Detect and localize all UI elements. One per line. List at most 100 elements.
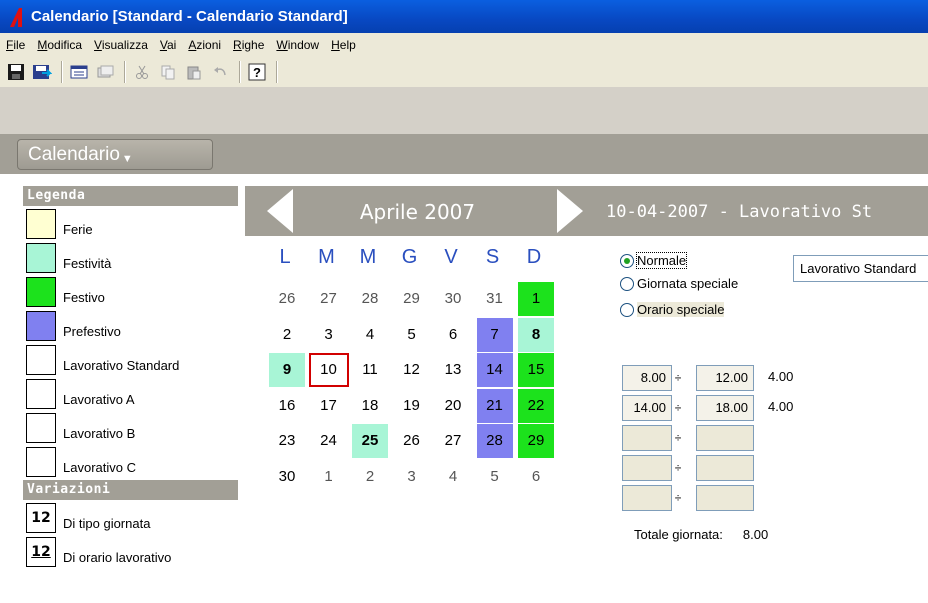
variation-item: 12 Di orario lavorativo [23, 534, 238, 568]
calendar-day[interactable]: 31 [477, 282, 513, 316]
weekday-header: G [401, 246, 418, 268]
radio-unchecked-icon[interactable] [620, 302, 634, 317]
calendar-day[interactable]: 13 [435, 353, 471, 387]
radio-unchecked-icon[interactable] [620, 276, 634, 291]
calendar-day[interactable]: 9 [269, 353, 305, 387]
menu-azioni[interactable]: Azioni [182, 35, 227, 55]
calendar-day[interactable]: 29 [518, 424, 554, 458]
calendar-day[interactable]: 28 [352, 282, 388, 316]
calendar-day[interactable]: 5 [477, 460, 513, 494]
toolbar: ? [0, 57, 928, 88]
next-month-arrow-icon[interactable] [557, 189, 583, 233]
paste-icon[interactable] [182, 60, 206, 84]
calendar-day[interactable]: 25 [352, 424, 388, 458]
time-to-field[interactable] [696, 425, 754, 451]
calendar-day[interactable]: 5 [394, 318, 430, 352]
calendar-day[interactable]: 3 [394, 460, 430, 494]
variation-number: 12 [31, 544, 51, 560]
copy-icon[interactable] [156, 60, 180, 84]
total-row: Totale giornata: 8.00 [634, 527, 768, 542]
calendar-day[interactable]: 2 [269, 318, 305, 352]
menu-window[interactable]: Window [270, 35, 325, 55]
calendar-day[interactable]: 21 [476, 388, 513, 423]
time-to-field[interactable]: 18.00 [696, 395, 754, 421]
menu-righe[interactable]: Righe [227, 35, 270, 55]
radio-giornata-speciale[interactable]: Giornata speciale [620, 276, 738, 291]
calendar-day[interactable]: 16 [269, 389, 305, 423]
calendar-day[interactable]: 12 [394, 353, 430, 387]
calendar-day[interactable]: 26 [269, 282, 305, 316]
calendar-day[interactable]: 26 [394, 424, 430, 458]
calendar-day[interactable]: 30 [269, 460, 305, 494]
calendar-day[interactable]: 23 [269, 424, 305, 458]
day-type-select[interactable]: Lavorativo Standard [793, 255, 928, 282]
menu-help[interactable]: Help [325, 35, 362, 55]
calendar-day[interactable]: 6 [435, 318, 471, 352]
cut-icon[interactable] [130, 60, 154, 84]
calendar-day[interactable]: 1 [311, 460, 347, 494]
calendar-day[interactable]: 19 [394, 389, 430, 423]
undo-icon[interactable] [208, 60, 232, 84]
radio-normale[interactable]: Normale [620, 252, 688, 269]
calendar-day[interactable]: 24 [311, 424, 347, 458]
legend-swatch [26, 243, 56, 273]
time-from-field[interactable] [622, 485, 672, 511]
time-from-field[interactable]: 8.00 [622, 365, 672, 391]
time-to-field[interactable]: 12.00 [696, 365, 754, 391]
calendar-day[interactable]: 8 [518, 317, 554, 352]
variations-title: Variazioni [23, 480, 238, 500]
calendar-day[interactable]: 15 [518, 353, 554, 387]
calendar-day[interactable]: 22 [518, 388, 554, 423]
calendar-day[interactable]: 27 [435, 424, 471, 458]
calendar-day[interactable]: 18 [352, 389, 388, 423]
menu-modifica[interactable]: Modifica [31, 35, 88, 55]
mode-selector-button[interactable]: Calendario ▼ [17, 139, 213, 170]
time-to-field[interactable] [696, 485, 754, 511]
calendar-day[interactable]: 3 [311, 318, 347, 352]
radio-orario-speciale[interactable]: Orario speciale [620, 302, 725, 317]
radio-checked-icon[interactable] [620, 253, 634, 268]
menu-mnemonic: V [94, 38, 102, 52]
calendar-day[interactable]: 28 [476, 424, 513, 458]
calendar-day[interactable]: 17 [311, 389, 347, 423]
legend-swatch [26, 345, 56, 375]
calendar-day[interactable]: 4 [435, 460, 471, 494]
menu-mnemonic: R [233, 38, 242, 52]
calendar-day-selected[interactable]: 10 [308, 353, 349, 387]
calendar-day[interactable]: 6 [518, 460, 554, 494]
calendar-day[interactable]: 29 [394, 282, 430, 316]
time-from-field[interactable] [622, 425, 672, 451]
time-from-field[interactable] [622, 455, 672, 481]
calendar-day[interactable]: 14 [476, 353, 513, 387]
variation-number: 12 [31, 510, 51, 526]
time-to-field[interactable] [696, 455, 754, 481]
weekday-header: V [444, 246, 458, 268]
legend-label: Lavorativo A [63, 392, 135, 407]
form-view-icon[interactable] [67, 60, 91, 84]
calendar-day[interactable]: 2 [352, 460, 388, 494]
menu-visualizza[interactable]: Visualizza [88, 35, 154, 55]
calendar-day[interactable]: 30 [435, 282, 471, 316]
menu-label-rest: ile [13, 38, 26, 52]
calendar-day[interactable]: 11 [352, 353, 388, 387]
help-icon[interactable]: ? [245, 60, 269, 84]
legend-swatch [26, 447, 56, 477]
calendar-day[interactable]: 1 [518, 282, 554, 316]
menu-file[interactable]: File [0, 35, 31, 55]
legend-label: Festività [63, 256, 112, 271]
legend-label: Festivo [63, 290, 105, 305]
total-value: 8.00 [742, 527, 769, 542]
calendar-day[interactable]: 27 [311, 282, 347, 316]
menu-vai[interactable]: Vai [154, 35, 182, 55]
save-icon[interactable] [4, 60, 28, 84]
records-icon[interactable] [93, 60, 117, 84]
calendar-day[interactable]: 7 [476, 317, 513, 352]
calendar-day[interactable]: 20 [435, 389, 471, 423]
calendar-day[interactable]: 4 [352, 318, 388, 352]
weekday-header: L [279, 246, 291, 268]
time-from-field[interactable]: 14.00 [622, 395, 672, 421]
save-close-icon[interactable] [30, 60, 54, 84]
toolbar-separator [61, 61, 62, 83]
variation-label: Di tipo giornata [63, 516, 151, 531]
legend-label: Lavorativo Standard [63, 358, 180, 373]
